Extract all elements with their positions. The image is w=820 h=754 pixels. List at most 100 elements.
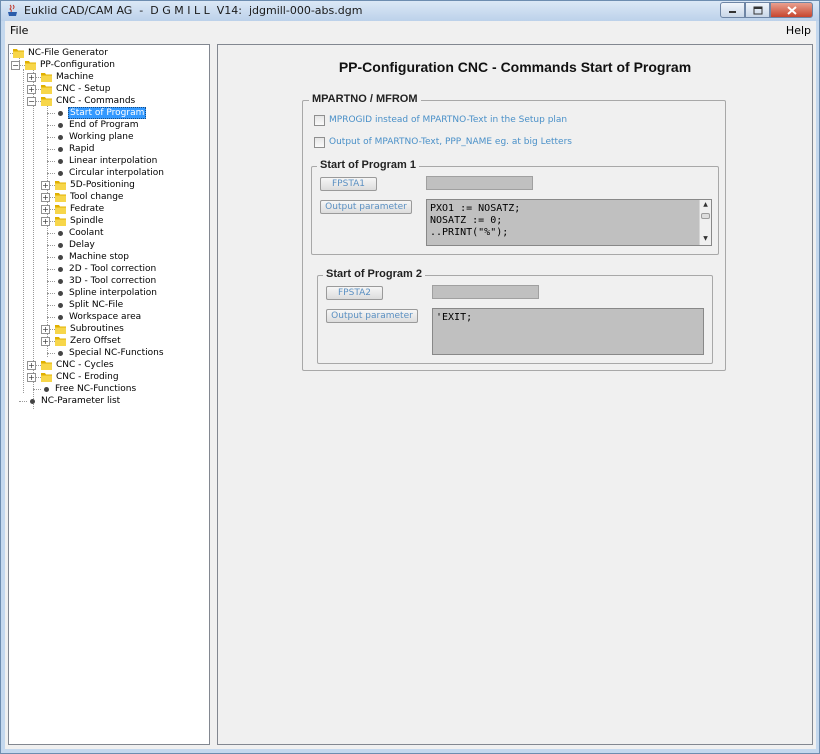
fpsta2-field[interactable]	[432, 285, 539, 299]
tree-item-start-of-program[interactable]: Start of Program	[68, 107, 147, 119]
leaf-node-icon	[58, 159, 63, 164]
tree-item-label: CNC - Eroding	[56, 372, 119, 382]
menu-bar: File Help	[5, 21, 816, 40]
minimize-button[interactable]	[720, 2, 745, 18]
maximize-button[interactable]	[745, 2, 770, 18]
tree-item-working-plane[interactable]: Working plane	[68, 131, 135, 143]
tree-item-label: Delay	[69, 240, 95, 250]
tree-item-subroutines[interactable]: Subroutines	[69, 323, 125, 335]
title-bar: Euklid CAD/CAM AG - D G M I L L V14: jdg…	[1, 1, 819, 21]
checkbox-output-mpartno-label: Output of MPARTNO-Text, PPP_NAME eg. at …	[329, 137, 572, 147]
leaf-node-icon	[58, 267, 63, 272]
leaf-node-icon	[58, 279, 63, 284]
folder-icon	[55, 192, 66, 202]
tree-item-coolant[interactable]: Coolant	[68, 227, 105, 239]
folder-icon	[41, 72, 52, 82]
checkbox-output-mpartno[interactable]	[314, 137, 325, 148]
expand-toggle-icon[interactable]: +	[41, 337, 50, 346]
tree-item-label: Zero Offset	[70, 336, 121, 346]
expand-toggle-icon[interactable]: +	[27, 361, 36, 370]
tree-item-free-nc-functions[interactable]: Free NC-Functions	[54, 383, 137, 395]
collapse-toggle-icon[interactable]: −	[11, 61, 20, 70]
checkbox-mprogid[interactable]	[314, 115, 325, 126]
folder-icon	[41, 360, 52, 370]
folder-icon	[55, 180, 66, 190]
scroll-down-icon[interactable]: ▼	[700, 234, 711, 244]
tree-item-delay[interactable]: Delay	[68, 239, 96, 251]
expand-toggle-icon[interactable]: +	[41, 193, 50, 202]
program2-code-textarea[interactable]: 'EXIT;	[432, 308, 704, 355]
expand-toggle-icon[interactable]: +	[27, 73, 36, 82]
group-start-of-program-2: Start of Program 2 FPSTA2 Output paramet…	[317, 268, 713, 364]
group-program1-title: Start of Program 1	[317, 159, 419, 171]
leaf-node-icon	[58, 147, 63, 152]
close-icon	[786, 5, 797, 15]
tree-item-label: Spline interpolation	[69, 288, 157, 298]
fpsta1-button[interactable]: FPSTA1	[320, 177, 377, 191]
tree-item-cnc-eroding[interactable]: CNC - Eroding	[55, 371, 120, 383]
tree-item-linear-interpolation[interactable]: Linear interpolation	[68, 155, 158, 167]
tree-item-pp-configuration[interactable]: PP-Configuration	[39, 59, 116, 71]
tree-item-5d-positioning[interactable]: 5D-Positioning	[69, 179, 136, 191]
tree-item-workspace-area[interactable]: Workspace area	[68, 311, 142, 323]
tree-item-machine-stop[interactable]: Machine stop	[68, 251, 130, 263]
tree-item-tool-change[interactable]: Tool change	[69, 191, 124, 203]
tree-item-label: Start of Program	[68, 107, 147, 119]
tree-item-cnc-setup[interactable]: CNC - Setup	[55, 83, 111, 95]
leaf-node-icon	[58, 315, 63, 320]
tree-item-fedrate[interactable]: Fedrate	[69, 203, 105, 215]
tree-item-zero-offset[interactable]: Zero Offset	[69, 335, 122, 347]
output-parameter-button-1[interactable]: Output parameter	[320, 200, 412, 214]
checkbox-mprogid-label: MPROGID instead of MPARTNO-Text in the S…	[329, 115, 568, 125]
expand-toggle-icon[interactable]: +	[41, 181, 50, 190]
tree-item-label: Tool change	[70, 192, 124, 202]
close-button[interactable]	[770, 2, 813, 18]
tree-item-label: 3D - Tool correction	[69, 276, 157, 286]
tree-item-cnc-commands[interactable]: CNC - Commands	[55, 95, 136, 107]
tree-item-label: Free NC-Functions	[55, 384, 137, 394]
tree-item-machine[interactable]: Machine	[55, 71, 95, 83]
tree-item-nc-file-generator[interactable]: NC-File Generator	[27, 47, 109, 59]
folder-icon	[41, 96, 52, 106]
client-area: File Help NC-File Generator − PP-Configura…	[5, 21, 816, 749]
fpsta1-field[interactable]	[426, 176, 533, 190]
tree-item-special-nc-functions[interactable]: Special NC-Functions	[68, 347, 165, 359]
tree-item-spline-interpolation[interactable]: Spline interpolation	[68, 287, 158, 299]
tree-item-end-of-program[interactable]: End of Program	[68, 119, 139, 131]
collapse-toggle-icon[interactable]: −	[27, 97, 36, 106]
tree-item-rapid[interactable]: Rapid	[68, 143, 96, 155]
tree-item-spindle[interactable]: Spindle	[69, 215, 104, 227]
fpsta2-button[interactable]: FPSTA2	[326, 286, 383, 300]
leaf-node-icon	[58, 231, 63, 236]
tree-item-label: Circular interpolation	[69, 168, 164, 178]
tree-item-3d-tool-correction[interactable]: 3D - Tool correction	[68, 275, 157, 287]
scroll-thumb[interactable]	[701, 213, 710, 219]
output-parameter-button-2[interactable]: Output parameter	[326, 309, 418, 323]
tree-item-nc-parameter-list[interactable]: NC-Parameter list	[40, 395, 121, 407]
folder-icon	[55, 216, 66, 226]
leaf-node-icon	[58, 171, 63, 176]
folder-icon	[13, 48, 24, 58]
tree-item-label: Workspace area	[69, 312, 142, 322]
tree-item-circular-interpolation[interactable]: Circular interpolation	[68, 167, 165, 179]
scroll-up-icon[interactable]: ▲	[700, 200, 711, 210]
expand-toggle-icon[interactable]: +	[41, 217, 50, 226]
tree-item-label: Special NC-Functions	[69, 348, 164, 358]
window-title: Euklid CAD/CAM AG - D G M I L L V14: jdg…	[24, 4, 363, 17]
menu-file[interactable]: File	[10, 24, 28, 37]
tree-item-split-nc-file[interactable]: Split NC-File	[68, 299, 124, 311]
menu-help[interactable]: Help	[786, 24, 811, 37]
tree-item-cnc-cycles[interactable]: CNC - Cycles	[55, 359, 115, 371]
maximize-icon	[753, 6, 762, 14]
expand-toggle-icon[interactable]: +	[41, 325, 50, 334]
tree-item-label: Rapid	[69, 144, 95, 154]
tree-item-2d-tool-correction[interactable]: 2D - Tool correction	[68, 263, 157, 275]
tree-item-label: End of Program	[69, 120, 139, 130]
folder-icon	[55, 204, 66, 214]
navigation-tree[interactable]: NC-File Generator − PP-Configuration + Machi…	[8, 44, 210, 745]
expand-toggle-icon[interactable]: +	[27, 373, 36, 382]
expand-toggle-icon[interactable]: +	[41, 205, 50, 214]
program1-scrollbar[interactable]: ▲ ▼	[699, 200, 711, 245]
expand-toggle-icon[interactable]: +	[27, 85, 36, 94]
program1-code-textarea[interactable]: PXO1 := NOSATZ; NOSATZ := 0; ..PRINT("%"…	[426, 199, 712, 246]
